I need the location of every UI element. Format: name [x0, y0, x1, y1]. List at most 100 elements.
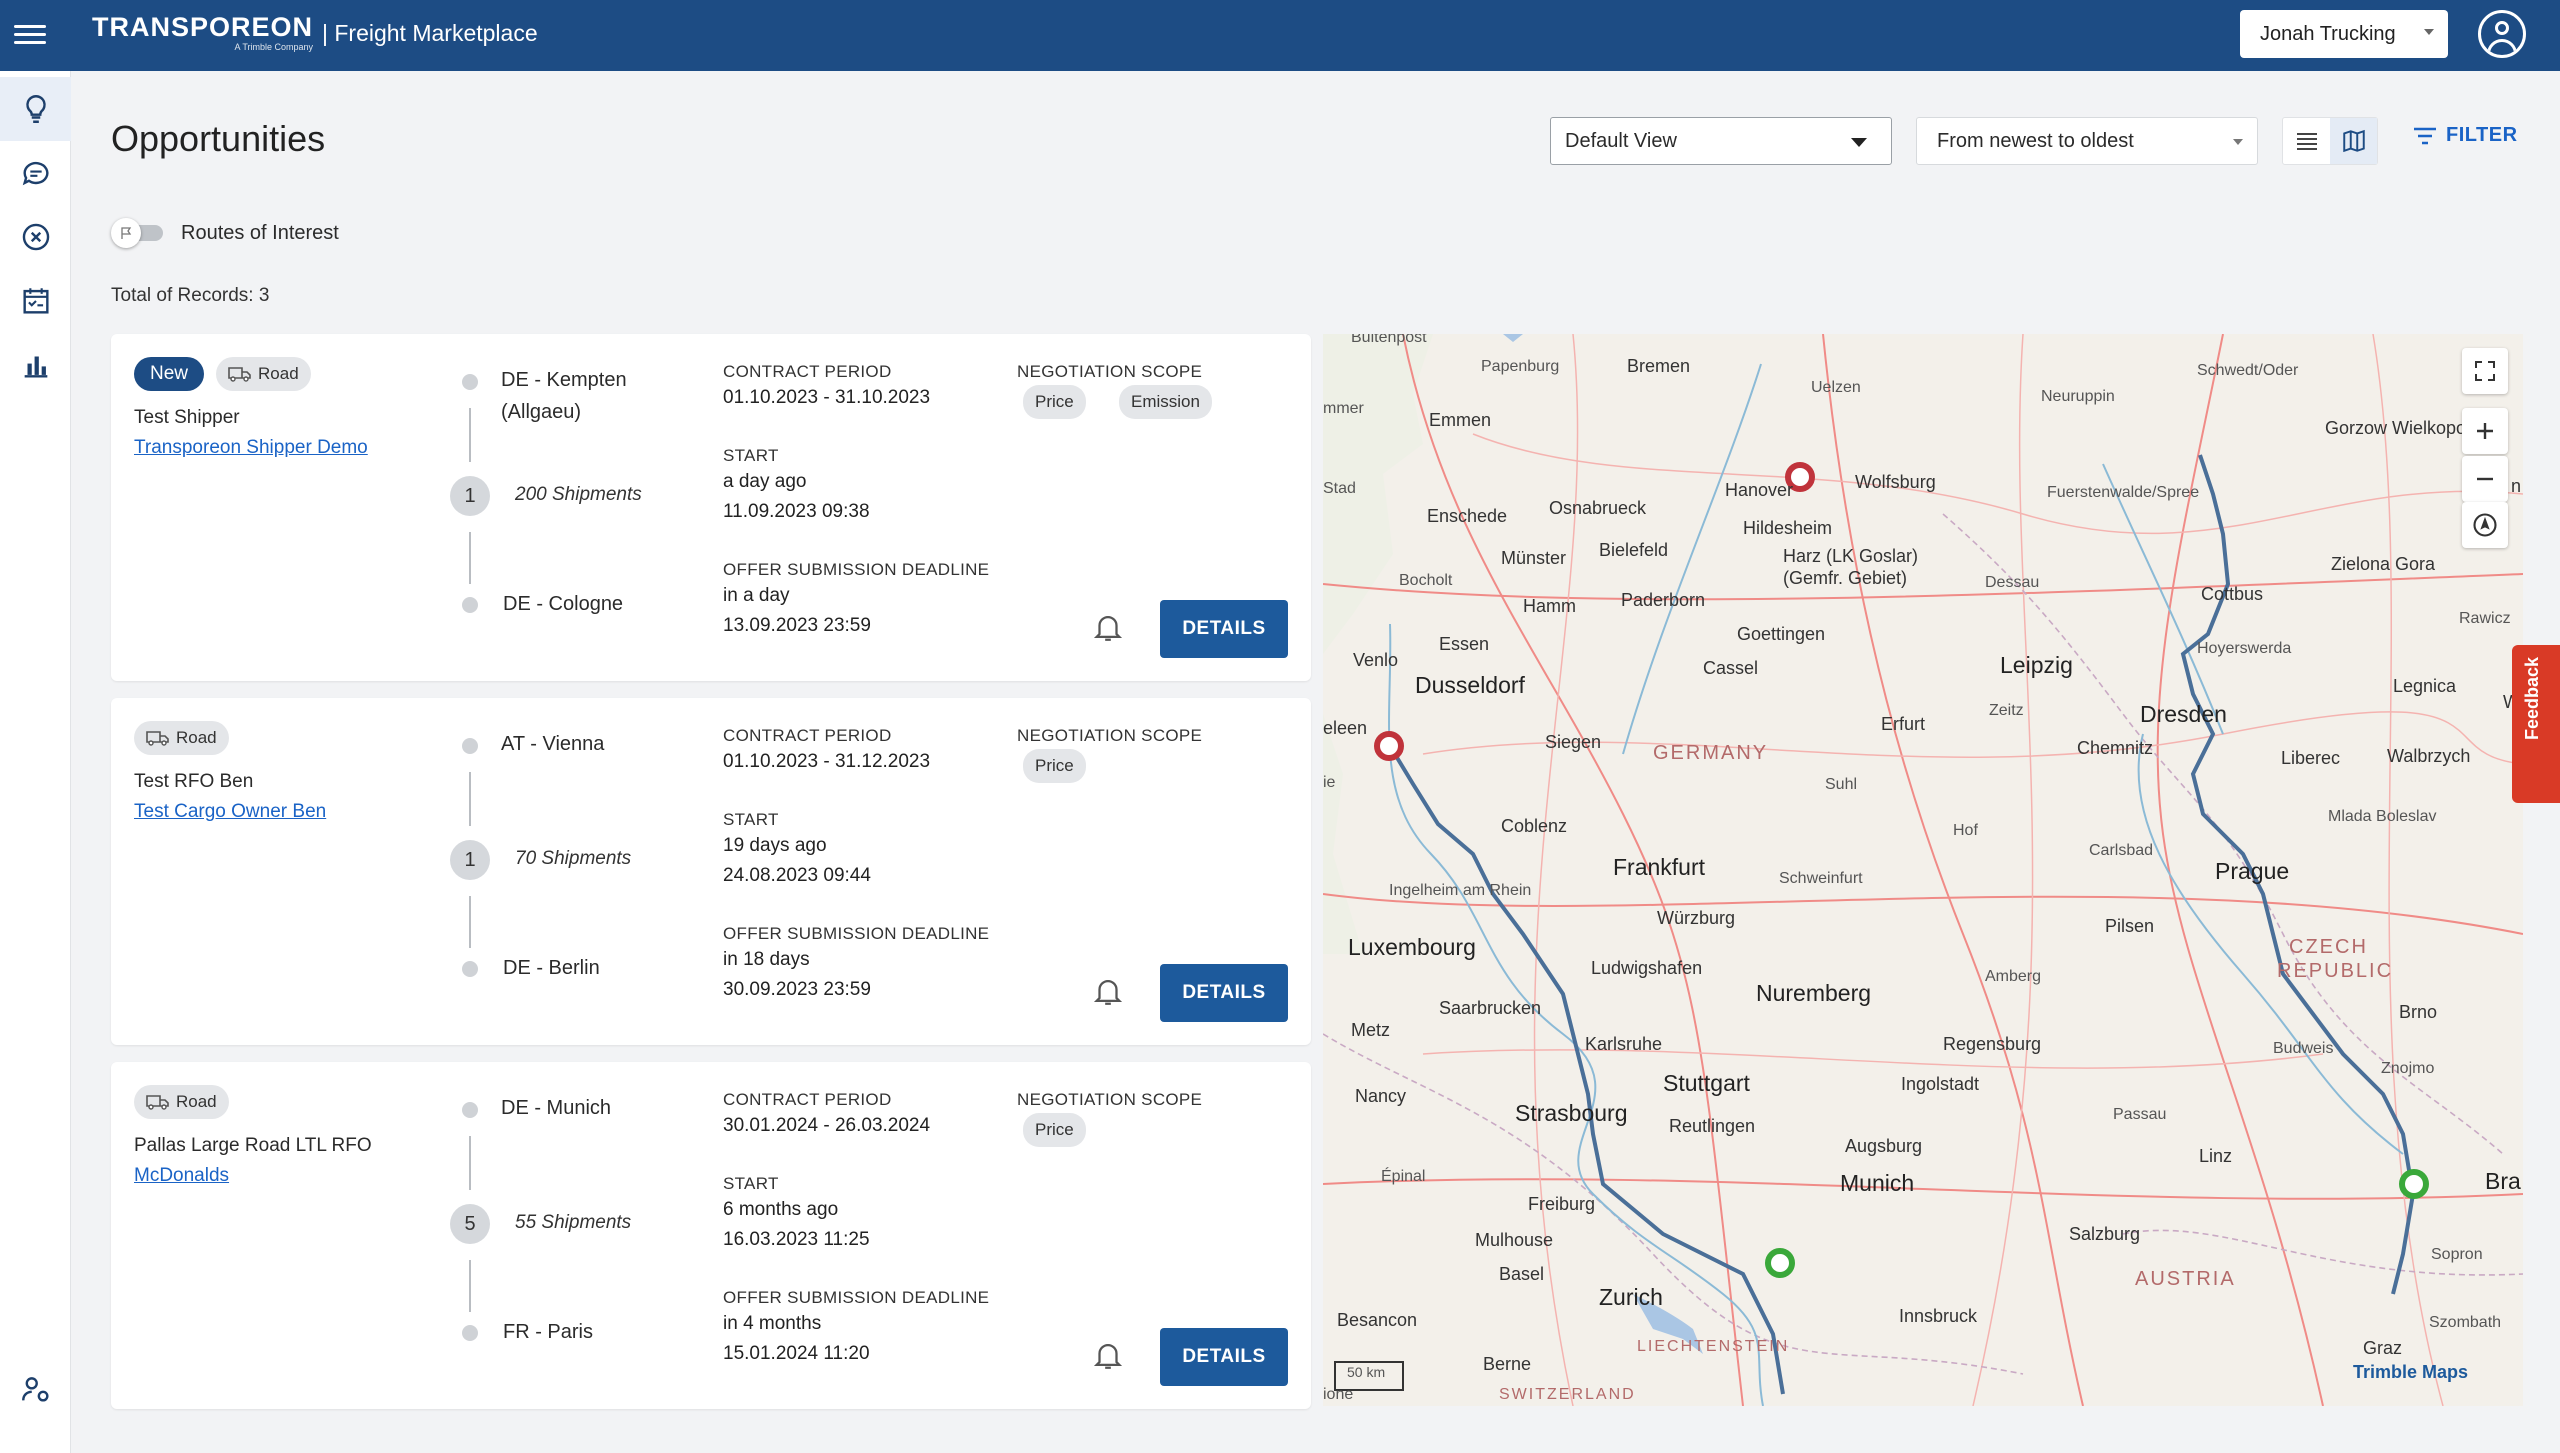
- map-label: Osnabrueck: [1549, 498, 1647, 518]
- map-label: Enschede: [1427, 506, 1508, 526]
- map-label: Ingelheim am Rhein: [1389, 882, 1532, 899]
- route-destination: DE - Berlin: [503, 957, 600, 979]
- bell-icon[interactable]: [1091, 974, 1127, 1010]
- left-nav: [0, 71, 71, 1453]
- map-label: Schweinfurt: [1779, 870, 1863, 887]
- map-label: Zielona Gora: [2331, 554, 2436, 574]
- nav-analytics[interactable]: [0, 333, 71, 397]
- shipper-link[interactable]: Transporeon Shipper Demo: [134, 437, 368, 459]
- map-label: Suhl: [1825, 776, 1858, 793]
- dest-marker-vienna: [2399, 1169, 2429, 1199]
- view-toggle: [2282, 117, 2378, 165]
- feedback-tab[interactable]: Feedback: [2512, 645, 2560, 803]
- deadline-label: OFFER SUBMISSION DEADLINE: [723, 924, 990, 943]
- map-label: Papenburg: [1481, 358, 1560, 375]
- nav-opportunities[interactable]: [0, 77, 71, 141]
- shipments-count: 70 Shipments: [515, 848, 632, 869]
- opportunity-card: Road Test RFO Ben Test Cargo Owner Ben 1…: [111, 698, 1311, 1045]
- filter-icon: [2414, 127, 2436, 144]
- company-selector[interactable]: Jonah Trucking: [2240, 10, 2448, 58]
- view-select[interactable]: Default View: [1550, 117, 1892, 165]
- user-account-icon[interactable]: [2478, 10, 2526, 58]
- map-label: Dresden: [2140, 701, 2227, 727]
- map-label: Erfurt: [1881, 714, 1926, 734]
- start-label: START: [723, 1174, 779, 1193]
- details-button[interactable]: DETAILS: [1160, 964, 1288, 1022]
- shipper-link[interactable]: McDonalds: [134, 1165, 229, 1187]
- negotiation-scope-label: NEGOTIATION SCOPE: [1017, 726, 1203, 745]
- map-label: Harz (LK Goslar): [1783, 546, 1919, 566]
- minus-icon: [2477, 477, 2493, 481]
- map-label: Leipzig: [2000, 652, 2073, 678]
- map-label: mmer: [1323, 400, 1364, 417]
- compass-icon: [2473, 513, 2497, 537]
- filter-button[interactable]: FILTER: [2412, 124, 2518, 147]
- map-label: ie: [1323, 774, 1336, 791]
- compass-button[interactable]: [2462, 502, 2508, 548]
- map-label: Berne: [1483, 1354, 1532, 1374]
- route-destination-dot: [462, 1325, 478, 1341]
- shipments-count: 55 Shipments: [515, 1212, 632, 1233]
- map-label: GERMANY: [1653, 742, 1769, 764]
- road-badge: Road: [134, 721, 229, 755]
- deadline-date: 15.01.2024 11:20: [723, 1343, 870, 1364]
- start-label: START: [723, 810, 779, 829]
- truck-icon: [228, 367, 251, 382]
- details-button[interactable]: DETAILS: [1160, 1328, 1288, 1386]
- deadline-relative: in a day: [723, 585, 790, 606]
- map-label: Karlsruhe: [1585, 1034, 1663, 1054]
- deadline-date: 13.09.2023 23:59: [723, 615, 871, 636]
- shipper-name: Test RFO Ben: [134, 771, 254, 792]
- nav-messages[interactable]: [0, 141, 71, 205]
- company-name: Jonah Trucking: [2260, 22, 2396, 45]
- routes-of-interest-toggle[interactable]: [111, 218, 165, 248]
- nav-settings[interactable]: [0, 1357, 71, 1421]
- cancel-circle-icon: [22, 223, 49, 251]
- map-label: Rawicz: [2459, 610, 2511, 627]
- stops-count: 1: [450, 476, 490, 516]
- scope-chip: Emission: [1119, 385, 1212, 419]
- map-label: Brno: [2399, 1002, 2438, 1022]
- road-label: Road: [176, 728, 217, 747]
- map-view-button[interactable]: [2330, 118, 2377, 164]
- bell-icon[interactable]: [1091, 1338, 1127, 1374]
- map-label: Schwedt/Oder: [2197, 362, 2299, 379]
- nav-declined[interactable]: [0, 205, 71, 269]
- map-label: Uelzen: [1811, 379, 1861, 396]
- route-origin: DE - Munich: [501, 1092, 611, 1124]
- map-label: Mulhouse: [1475, 1230, 1554, 1250]
- list-icon: [2296, 133, 2317, 150]
- details-button[interactable]: DETAILS: [1160, 600, 1288, 658]
- map-label: Mlada Boleslav: [2328, 808, 2437, 825]
- sort-select-value: From newest to oldest: [1937, 130, 2134, 152]
- plus-icon: [2477, 423, 2493, 439]
- nav-calendar[interactable]: [0, 269, 71, 333]
- map-label: Ludwigshafen: [1591, 958, 1703, 978]
- page-title: Opportunities: [111, 118, 326, 159]
- fullscreen-button[interactable]: [2462, 348, 2508, 394]
- filter-label: FILTER: [2446, 124, 2518, 146]
- map-label: Würzburg: [1657, 908, 1736, 928]
- route-origin: DE - Kempten (Allgaeu): [501, 364, 627, 428]
- map-label: Zurich: [1599, 1284, 1663, 1310]
- map-label: Metz: [1351, 1020, 1391, 1040]
- map-panel[interactable]: Buitenpost Papenburg Bremen Uelzen Neuru…: [1323, 334, 2523, 1406]
- bell-icon[interactable]: [1091, 610, 1127, 646]
- zoom-in-button[interactable]: [2462, 408, 2508, 454]
- shipper-link[interactable]: Test Cargo Owner Ben: [134, 801, 326, 823]
- menu-icon[interactable]: [14, 20, 46, 50]
- zoom-out-button[interactable]: [2462, 456, 2508, 502]
- shipper-name: Pallas Large Road LTL RFO: [134, 1135, 372, 1156]
- list-view-button[interactable]: [2283, 118, 2330, 164]
- sort-select[interactable]: From newest to oldest: [1916, 117, 2258, 165]
- dropdown-arrow-icon: [1851, 138, 1867, 147]
- map-label: Besancon: [1337, 1310, 1418, 1330]
- map-label: Frankfurt: [1613, 854, 1706, 880]
- map-label: Stuttgart: [1663, 1070, 1750, 1096]
- map-label: Bremen: [1627, 356, 1691, 376]
- route-origin: AT - Vienna: [501, 728, 604, 760]
- contract-period-label: CONTRACT PERIOD: [723, 1090, 892, 1109]
- map-label: Cottbus: [2201, 584, 2264, 604]
- map-label: Dusseldorf: [1415, 672, 1525, 698]
- map-icon: [2342, 129, 2365, 153]
